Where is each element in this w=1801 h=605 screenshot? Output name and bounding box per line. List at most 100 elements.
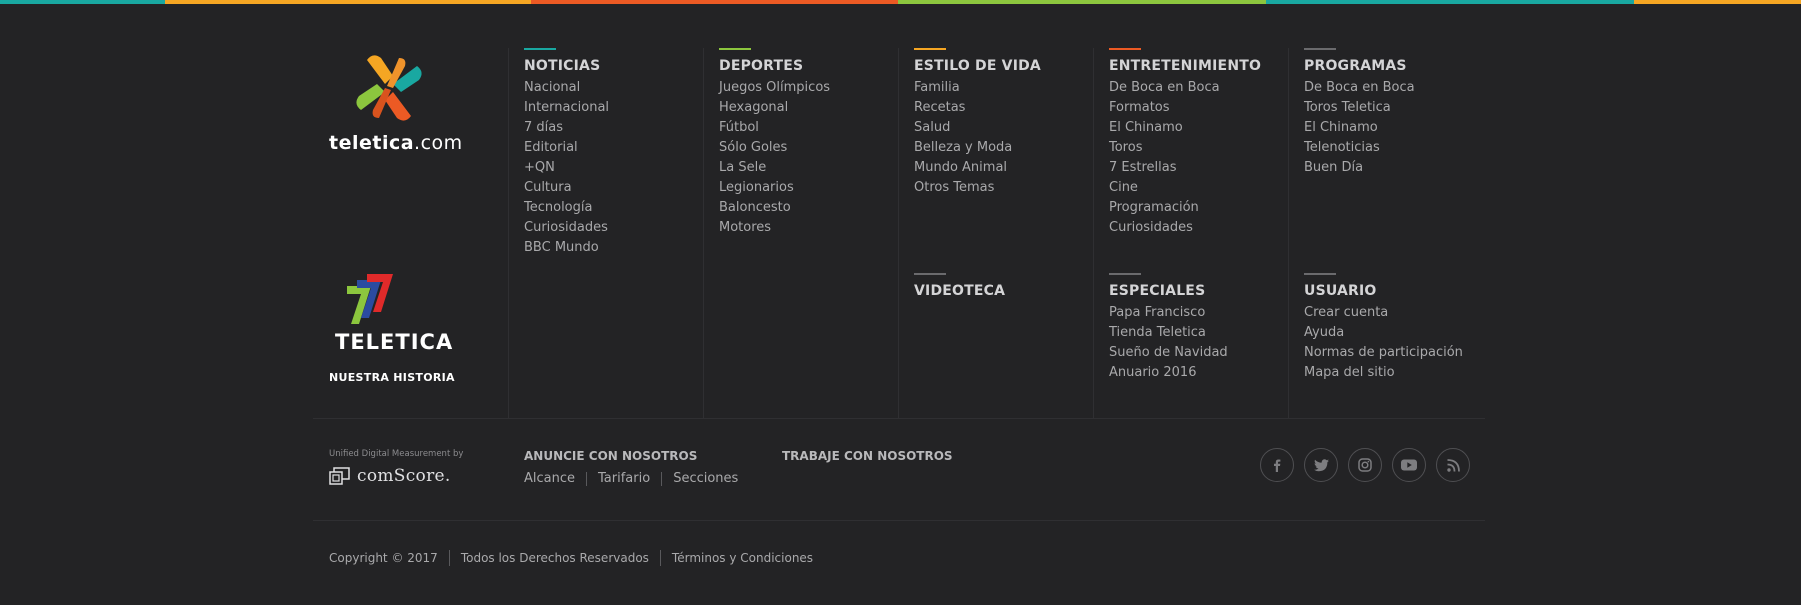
menu-link[interactable]: Ayuda	[1304, 323, 1463, 343]
menu-link[interactable]: Sólo Goles	[719, 138, 830, 158]
especiales-title[interactable]: ESPECIALES	[1109, 283, 1228, 299]
menu-link[interactable]: 7 Estrellas	[1109, 158, 1261, 178]
menu-link[interactable]: Recetas	[914, 98, 1041, 118]
menu-link[interactable]: Mundo Animal	[914, 158, 1041, 178]
menu-link[interactable]: Toros	[1109, 138, 1261, 158]
programas-list: De Boca en Boca Toros Teletica El Chinamo T…	[1304, 78, 1415, 178]
copyright-bar: Copyright © 2017 Todos los Derechos Rese…	[329, 550, 813, 566]
rss-icon[interactable]	[1436, 448, 1470, 482]
instagram-icon[interactable]	[1348, 448, 1382, 482]
top-color-strip	[0, 0, 1801, 4]
entretenimiento-list: De Boca en Boca Formatos El Chinamo Toros 7 …	[1109, 78, 1261, 238]
menu-link[interactable]: Programación	[1109, 198, 1261, 218]
youtube-icon[interactable]	[1392, 448, 1426, 482]
noticias-title[interactable]: NOTICIAS	[524, 58, 609, 74]
trabaje-con-nosotros-link[interactable]: TRABAJE CON NOSOTROS	[782, 449, 953, 463]
videoteca-title[interactable]: VIDEOTECA	[914, 283, 1005, 299]
menu-link[interactable]: Curiosidades	[524, 218, 609, 238]
column-divider	[1288, 48, 1289, 418]
especiales-accent-line	[1109, 273, 1141, 275]
anuncie-title[interactable]: ANUNCIE CON NOSOTROS	[524, 449, 738, 463]
link-separator	[659, 550, 661, 566]
menu-estilo-de-vida: ESTILO DE VIDA Familia Recetas Salud Bellez…	[914, 48, 1041, 198]
menu-programas: PROGRAMAS De Boca en Boca Toros Teletica E…	[1304, 48, 1415, 178]
comscore-label: Unified Digital Measurement by	[329, 449, 464, 459]
menu-link[interactable]: Papa Francisco	[1109, 303, 1228, 323]
menu-link[interactable]: Belleza y Moda	[914, 138, 1041, 158]
teletica-x-logo	[356, 55, 422, 121]
menu-link[interactable]: Formatos	[1109, 98, 1261, 118]
site-wordmark-name: teletica	[329, 132, 415, 154]
deportes-title[interactable]: DEPORTES	[719, 58, 830, 74]
tarifario-link[interactable]: Tarifario	[598, 471, 650, 486]
menu-link[interactable]: Hexagonal	[719, 98, 830, 118]
menu-link[interactable]: La Sele	[719, 158, 830, 178]
column-divider	[703, 48, 704, 418]
menu-link[interactable]: Telenoticias	[1304, 138, 1415, 158]
twitter-icon[interactable]	[1304, 448, 1338, 482]
menu-link[interactable]: 7 días	[524, 118, 609, 138]
estilo-title[interactable]: ESTILO DE VIDA	[914, 58, 1041, 74]
menu-link[interactable]: Editorial	[524, 138, 609, 158]
menu-link[interactable]: El Chinamo	[1109, 118, 1261, 138]
column-divider	[898, 48, 899, 418]
menu-link[interactable]: Salud	[914, 118, 1041, 138]
menu-link[interactable]: Sueño de Navidad	[1109, 343, 1228, 363]
menu-link[interactable]: Familia	[914, 78, 1041, 98]
channel-wordmark: TELETICA	[335, 330, 454, 354]
menu-link[interactable]: De Boca en Boca	[1304, 78, 1415, 98]
menu-noticias: NOTICIAS Nacional Internacional 7 días Edit…	[524, 48, 609, 258]
menu-link[interactable]: Nacional	[524, 78, 609, 98]
menu-link[interactable]: Curiosidades	[1109, 218, 1261, 238]
usuario-list: Crear cuenta Ayuda Normas de participación…	[1304, 303, 1463, 383]
comscore-logo-link[interactable]: comScore.	[329, 466, 451, 486]
menu-link[interactable]: Internacional	[524, 98, 609, 118]
terminos-link[interactable]: Términos y Condiciones	[672, 551, 813, 565]
menu-link[interactable]: Cultura	[524, 178, 609, 198]
menu-videoteca: VIDEOTECA	[914, 273, 1005, 303]
channel-7-logo	[347, 274, 393, 324]
deportes-accent-line	[719, 48, 751, 50]
section-divider	[313, 418, 1485, 419]
column-divider	[508, 48, 509, 418]
menu-entretenimiento: ENTRETENIMIENTO De Boca en Boca Formatos E…	[1109, 48, 1261, 238]
menu-deportes: DEPORTES Juegos Olímpicos Hexagonal Fútbol…	[719, 48, 830, 238]
menu-link[interactable]: Mapa del sitio	[1304, 363, 1463, 383]
menu-link[interactable]: +QN	[524, 158, 609, 178]
menu-link[interactable]: Baloncesto	[719, 198, 830, 218]
entretenimiento-title[interactable]: ENTRETENIMIENTO	[1109, 58, 1261, 74]
color-segment-teal	[0, 0, 165, 4]
menu-link[interactable]: Crear cuenta	[1304, 303, 1463, 323]
facebook-icon[interactable]	[1260, 448, 1294, 482]
link-separator	[661, 471, 663, 486]
menu-link[interactable]: BBC Mundo	[524, 238, 609, 258]
alcance-link[interactable]: Alcance	[524, 471, 575, 486]
comscore-name: comScore.	[357, 466, 451, 486]
nuestra-historia-link[interactable]: NUESTRA HISTORIA	[329, 371, 455, 384]
menu-link[interactable]: Tienda Teletica	[1109, 323, 1228, 343]
estilo-list: Familia Recetas Salud Belleza y Moda Mundo A…	[914, 78, 1041, 198]
copyright-text: Copyright © 2017	[329, 551, 438, 565]
menu-link[interactable]: Juegos Olímpicos	[719, 78, 830, 98]
secciones-link[interactable]: Secciones	[673, 471, 738, 486]
menu-link[interactable]: Anuario 2016	[1109, 363, 1228, 383]
anuncie-section: ANUNCIE CON NOSOTROS Alcance Tarifario S…	[524, 449, 738, 486]
menu-link[interactable]: Normas de participación	[1304, 343, 1463, 363]
programas-title[interactable]: PROGRAMAS	[1304, 58, 1415, 74]
menu-link[interactable]: Legionarios	[719, 178, 830, 198]
site-wordmark: teletica.com	[329, 132, 463, 154]
color-segment-red	[531, 0, 898, 4]
menu-link[interactable]: Toros Teletica	[1304, 98, 1415, 118]
usuario-title[interactable]: USUARIO	[1304, 283, 1463, 299]
menu-link[interactable]: El Chinamo	[1304, 118, 1415, 138]
site-wordmark-suffix: .com	[414, 132, 463, 154]
menu-link[interactable]: De Boca en Boca	[1109, 78, 1261, 98]
menu-link[interactable]: Fútbol	[719, 118, 830, 138]
menu-link[interactable]: Motores	[719, 218, 830, 238]
comscore-icon	[329, 467, 350, 485]
menu-link[interactable]: Otros Temas	[914, 178, 1041, 198]
menu-link[interactable]: Tecnología	[524, 198, 609, 218]
menu-link[interactable]: Cine	[1109, 178, 1261, 198]
noticias-accent-line	[524, 48, 556, 50]
menu-link[interactable]: Buen Día	[1304, 158, 1415, 178]
